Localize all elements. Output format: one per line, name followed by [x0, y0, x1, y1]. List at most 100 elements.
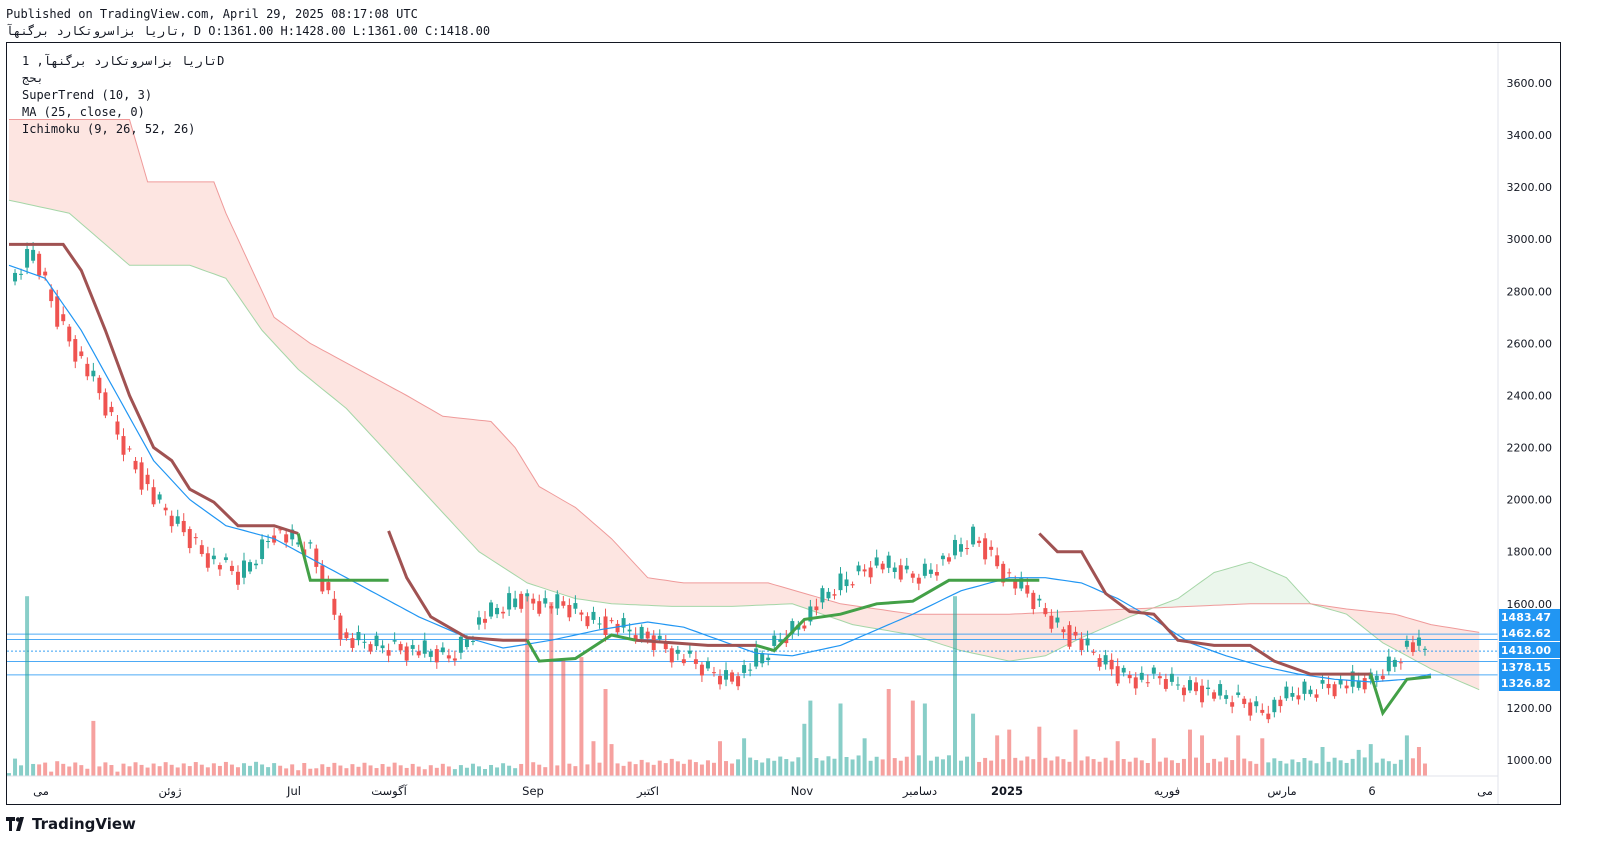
candle-body [736, 676, 741, 687]
candle-body [543, 598, 548, 604]
candle-body [1332, 684, 1337, 697]
candle-body [1145, 682, 1150, 684]
volume-bar [410, 763, 415, 776]
candle-body [802, 625, 807, 629]
legend-ma[interactable]: MA (25, close, 0) [22, 105, 145, 119]
price-tick-label: 2800.00 [1507, 285, 1553, 298]
volume-bar [157, 766, 162, 776]
candle-body [1163, 679, 1168, 689]
candle-body [681, 659, 686, 664]
volume-bar [1410, 758, 1415, 776]
volume-bar [1344, 762, 1349, 776]
volume-bar [1115, 741, 1120, 776]
candle-body [326, 582, 331, 591]
candle-body [977, 540, 982, 544]
volume-bar [458, 765, 463, 776]
candle-body [1290, 692, 1295, 697]
price-tick-label: 3000.00 [1507, 233, 1553, 246]
volume-bar [1139, 760, 1144, 776]
candle-body [609, 620, 614, 622]
candle-body [404, 646, 409, 661]
tradingview-brand: TradingView [32, 815, 136, 833]
candle-body [344, 632, 349, 639]
volume-bar [820, 760, 825, 776]
time-axis: می ژوئن Jul آگوست Sep اکتبر Nov دسامبر 2025 فوریه… [7, 775, 1498, 799]
candle-body [1200, 685, 1205, 703]
volume-bar [995, 735, 1000, 776]
candle-body [1049, 615, 1054, 629]
volume-bar [989, 760, 994, 776]
candle-body [440, 647, 445, 653]
candle-body [579, 612, 584, 615]
volume-bar [1254, 763, 1259, 776]
time-tick-label: Nov [791, 784, 814, 798]
candle-body [1103, 655, 1108, 665]
volume-bar [904, 756, 909, 776]
candle-body [904, 565, 909, 570]
volume-bar [338, 765, 343, 776]
price-tick-label: 1800.00 [1507, 546, 1553, 559]
time-tick-label: می [1477, 784, 1493, 798]
candle-body [597, 623, 602, 625]
volume-bar [838, 703, 843, 776]
volume-bar [1386, 761, 1391, 776]
volume-bar [687, 759, 692, 776]
volume-bar [308, 768, 313, 776]
candle-body [374, 635, 379, 647]
volume-bar [97, 766, 102, 776]
volume-bar [368, 765, 373, 776]
chart-frame[interactable]: 3600.00 3400.00 3200.00 3000.00 2800.00 2600.… [6, 42, 1561, 805]
candle-body [1284, 686, 1289, 699]
volume-bar [1133, 757, 1138, 776]
volume-bar [651, 764, 656, 776]
volume-bar [464, 767, 469, 776]
volume-bar [1067, 761, 1072, 776]
candle-body [145, 474, 150, 485]
volume-bar [169, 764, 174, 776]
price-tick-label: 1000.00 [1507, 754, 1553, 767]
price-tick-label: 1600.00 [1507, 598, 1553, 611]
volume-bar [784, 759, 789, 776]
volume-bar [489, 764, 494, 776]
chart-svg[interactable]: 3600.00 3400.00 3200.00 3000.00 2800.00 2600.… [7, 43, 1560, 804]
candle-body [452, 658, 457, 661]
price-tick-label: 2000.00 [1507, 494, 1553, 507]
price-tick-label: 1200.00 [1507, 702, 1553, 715]
legend-supertrend[interactable]: SuperTrend (10, 3) [22, 88, 152, 102]
candle-body [718, 675, 722, 685]
volume-bar [440, 763, 445, 776]
candle-body [187, 529, 192, 549]
tradingview-logo[interactable]: TradingView [6, 815, 136, 833]
volume-bar [760, 762, 765, 776]
candle-body [687, 650, 692, 654]
candle-body [898, 565, 903, 580]
candle-body [669, 648, 674, 663]
candle-body [1206, 687, 1211, 690]
volume-bar [55, 761, 60, 776]
volume-bar [561, 660, 566, 776]
volume-bar [543, 767, 548, 776]
volume-bar [892, 758, 897, 776]
candle-body [946, 557, 951, 562]
candle-body [850, 584, 855, 586]
volume-bar [639, 759, 644, 776]
candle-body [199, 545, 204, 555]
legend-ichimoku[interactable]: Ichimoku (9, 26, 52, 26) [22, 122, 195, 136]
volume-bar [79, 765, 84, 776]
volume-bar [205, 767, 210, 776]
volume-bar [718, 741, 722, 776]
candle-body [1061, 629, 1066, 633]
ohlc-line: تاریا بزاسروتکارد برگنهآ, D O:1361.00 H:… [6, 24, 491, 38]
volume-bar [748, 757, 753, 776]
volume-bar [434, 767, 439, 776]
volume-bar [67, 766, 72, 776]
volume-bar [1145, 762, 1150, 776]
candle-body [260, 539, 265, 559]
price-badge-label: 1418.00 [1501, 644, 1551, 657]
volume-bar [85, 768, 90, 776]
volume-bar [1121, 759, 1126, 776]
legend-symbol: تاریا بزاسروتکارد برگنهآ, 1D [22, 54, 225, 68]
volume-bar [181, 763, 186, 776]
candle-body [922, 563, 927, 576]
volume-bar [199, 764, 204, 776]
